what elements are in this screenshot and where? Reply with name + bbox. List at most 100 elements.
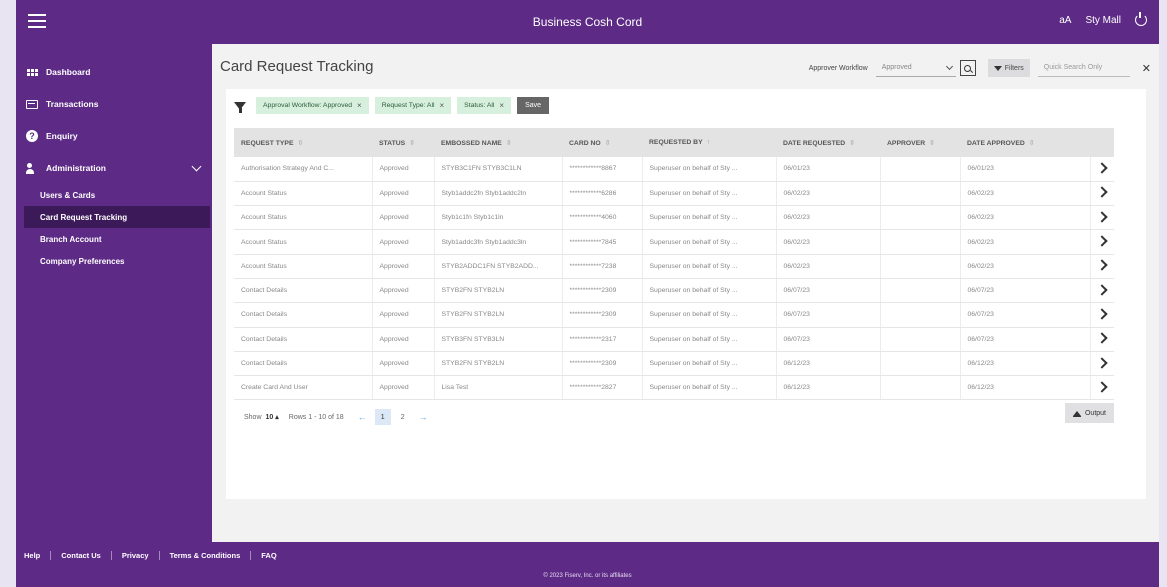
page-button-1[interactable]: 1 xyxy=(374,409,391,425)
save-button[interactable]: Save xyxy=(517,97,550,114)
filter-icon[interactable] xyxy=(234,101,246,113)
close-icon[interactable]: × xyxy=(499,101,504,110)
rows-info: Rows 1 - 10 of 18 xyxy=(288,413,344,421)
filter-chip-request-type[interactable]: Request Type: All × xyxy=(374,97,452,114)
prev-page-icon[interactable]: ← xyxy=(358,412,367,422)
chevron-right-icon[interactable] xyxy=(1096,186,1108,199)
sidebar-subitem-branch-account[interactable]: Branch Account xyxy=(30,228,212,250)
font-size-toggle[interactable]: aA xyxy=(1059,15,1071,26)
table-cell: 06/12/23 xyxy=(960,351,1091,377)
table-cell: Approved xyxy=(372,351,435,377)
table-cell: Superuser on behalf of Sty ... xyxy=(642,351,777,377)
results-card: Approval Workflow: Approved × Request Typ… xyxy=(226,89,1146,499)
table-cell: Superuser on behalf of Sty ... xyxy=(642,229,777,255)
table-cell: 06/02/23 xyxy=(776,254,881,279)
page-button-2[interactable]: 2 xyxy=(395,409,411,425)
users-icon xyxy=(26,162,38,174)
table-cell xyxy=(880,351,961,377)
sort-up-icon[interactable]: ↑ xyxy=(707,139,710,146)
column-header-date-requested[interactable]: DATE REQUESTED ⇳ xyxy=(776,128,880,157)
table-row[interactable]: Create Card And User Approved Lisa Test ***… xyxy=(234,375,1114,401)
filters-button[interactable]: Filters xyxy=(987,59,1030,77)
table-cell: 06/07/23 xyxy=(776,302,881,328)
sort-icon[interactable]: ⇳ xyxy=(929,140,935,147)
column-header-date-approved[interactable]: DATE APPROVED ⇳ xyxy=(960,128,1090,157)
sidebar-subitem-company-preferences[interactable]: Company Preferences xyxy=(30,250,212,272)
sort-icon[interactable]: ⇳ xyxy=(298,140,304,147)
close-icon[interactable]: ✕ xyxy=(1142,62,1151,75)
table-row[interactable]: Account Status Approved Styb1addc2fn Styb1… xyxy=(234,181,1114,207)
footer-link-help[interactable]: Help xyxy=(24,551,52,560)
table-cell: 06/02/23 xyxy=(960,205,1091,231)
table-cell xyxy=(880,205,961,231)
table-cell: Superuser on behalf of Sty ... xyxy=(642,157,777,182)
table-row[interactable]: Account Status Approved Styb1addc3fn Styb1… xyxy=(234,229,1114,255)
table-cell: 06/12/23 xyxy=(776,351,881,377)
table-row[interactable]: Contact Details Approved STYB2FN STYB2LN **… xyxy=(234,302,1114,328)
column-header-embossed-name[interactable]: EMBOSSED NAME ⇳ xyxy=(434,128,562,157)
column-header-request-type[interactable]: REQUEST TYPE ⇳ xyxy=(234,128,372,157)
table-cell: STYB2FN STYB2LN xyxy=(434,302,563,328)
output-button[interactable]: Output xyxy=(1064,403,1114,423)
footer-link-terms[interactable]: Terms & Conditions xyxy=(160,551,252,560)
footer-link-privacy[interactable]: Privacy xyxy=(112,551,160,560)
column-header-card-no[interactable]: CARD NO ⇳ xyxy=(562,128,642,157)
sort-icon[interactable]: ⇳ xyxy=(1029,140,1035,147)
sort-icon[interactable]: ⇳ xyxy=(605,140,611,147)
chevron-right-icon[interactable] xyxy=(1096,259,1108,271)
footer-links: Help Contact Us Privacy Terms & Conditio… xyxy=(24,551,287,560)
main-content: Card Request Tracking Approver Workflow … xyxy=(212,44,1159,542)
approver-workflow-select[interactable]: Approved xyxy=(875,59,956,77)
sort-icon[interactable]: ⇳ xyxy=(506,140,512,147)
sort-icon[interactable]: ⇳ xyxy=(849,140,855,147)
rows-per-page-select[interactable]: 10 ▴ xyxy=(266,413,279,421)
column-header-approver[interactable]: APPROVER ⇳ xyxy=(880,128,960,157)
table-row[interactable]: Authorisation Strategy And C... Approved S… xyxy=(234,157,1114,182)
table-row[interactable]: Contact Details Approved STYB2FN STYB2LN **… xyxy=(234,351,1114,377)
table-row[interactable]: Account Status Approved Styb1c1fn Styb1c1l… xyxy=(234,205,1114,231)
chevron-right-icon[interactable] xyxy=(1096,283,1108,296)
chevron-right-icon[interactable] xyxy=(1096,162,1108,174)
close-icon[interactable]: × xyxy=(357,101,362,110)
table-cell: ************2309 xyxy=(562,351,643,377)
sidebar-item-dashboard[interactable]: Dashboard xyxy=(16,56,212,88)
table-row[interactable]: Contact Details Approved STYB3FN STYB3LN **… xyxy=(234,327,1114,352)
table-row[interactable]: Account Status Approved STYB2ADDC1FN STYB2… xyxy=(234,254,1114,279)
search-button[interactable] xyxy=(959,60,976,76)
table-cell: ************6286 xyxy=(562,181,643,207)
table-cell: Account Status xyxy=(234,205,373,231)
table-cell xyxy=(880,375,961,401)
filter-icon xyxy=(993,65,1002,71)
sidebar-item-enquiry[interactable]: ? Enquiry xyxy=(16,120,212,152)
user-name[interactable]: Sty Mall xyxy=(1085,15,1121,26)
table-header-row: REQUEST TYPE ⇳ STATUS ⇳ EMBOSSED NAME ⇳ CAR… xyxy=(234,128,1114,157)
sidebar-item-administration[interactable]: Administration xyxy=(16,152,212,184)
chevron-right-icon[interactable] xyxy=(1096,381,1108,393)
chevron-right-icon[interactable] xyxy=(1096,332,1108,344)
sort-icon[interactable]: ⇳ xyxy=(409,140,415,147)
quick-search-input[interactable]: Quick Search Only xyxy=(1037,59,1130,77)
administration-subnav: Users & Cards Card Request Tracking Bran… xyxy=(16,184,212,272)
footer-link-faq[interactable]: FAQ xyxy=(251,551,286,560)
chevron-right-icon[interactable] xyxy=(1096,308,1108,320)
column-header-status[interactable]: STATUS ⇳ xyxy=(372,128,434,157)
sidebar-subitem-card-request-tracking[interactable]: Card Request Tracking xyxy=(24,206,210,228)
chevron-down-icon[interactable] xyxy=(191,161,202,171)
row-action-cell xyxy=(1090,157,1114,182)
column-header-requested-by[interactable]: REQUESTED BY ↑ xyxy=(642,128,776,157)
filter-chip-approval-workflow[interactable]: Approval Workflow: Approved × xyxy=(256,97,369,114)
table-body: Authorisation Strategy And C... Approved S… xyxy=(234,157,1114,401)
sidebar-item-transactions[interactable]: Transactions xyxy=(16,88,212,120)
table-cell: Approved xyxy=(372,327,435,352)
power-icon[interactable] xyxy=(1135,12,1147,26)
chevron-right-icon[interactable] xyxy=(1096,356,1108,369)
table-row[interactable]: Contact Details Approved STYB2FN STYB2LN **… xyxy=(234,278,1114,304)
chevron-right-icon[interactable] xyxy=(1096,235,1108,247)
filter-chip-status[interactable]: Status: All × xyxy=(457,97,512,114)
footer-link-contact-us[interactable]: Contact Us xyxy=(51,551,112,560)
next-page-icon[interactable]: → xyxy=(419,412,428,422)
chevron-right-icon[interactable] xyxy=(1096,211,1108,223)
close-icon[interactable]: × xyxy=(440,101,445,110)
sidebar-subitem-users-cards[interactable]: Users & Cards xyxy=(30,184,212,206)
table-cell: ************4060 xyxy=(562,205,643,231)
